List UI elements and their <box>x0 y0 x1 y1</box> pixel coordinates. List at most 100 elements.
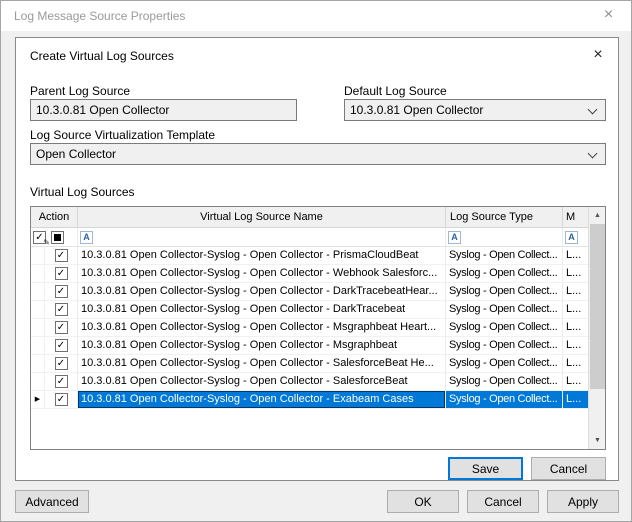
row-indicator-cell <box>31 265 45 282</box>
parent-log-source-field[interactable]: 10.3.0.81 Open Collector <box>30 99 297 121</box>
window-title: Log Message Source Properties <box>14 9 185 23</box>
row-checkbox[interactable]: ✓ <box>55 267 68 280</box>
row-type-cell: Syslog - Open Collect... <box>446 265 563 282</box>
row-m-cell: L... <box>563 337 588 354</box>
parent-log-source-value: 10.3.0.81 Open Collector <box>36 103 169 117</box>
default-log-source-dropdown[interactable]: 10.3.0.81 Open Collector <box>344 99 606 121</box>
table-row[interactable]: ✓ 10.3.0.81 Open Collector-Syslog - Open … <box>31 247 588 265</box>
row-type-cell: Syslog - Open Collect... <box>446 355 563 372</box>
indeterminate-checkbox-icon[interactable] <box>51 231 64 244</box>
scrollbar-thumb[interactable] <box>590 224 605 389</box>
apply-button[interactable]: Apply <box>547 490 619 513</box>
row-indicator-icon: ▶ <box>35 396 40 403</box>
table-row[interactable]: ✓ 10.3.0.81 Open Collector-Syslog - Open … <box>31 355 588 373</box>
row-indicator-cell <box>31 301 45 318</box>
row-name-cell: 10.3.0.81 Open Collector-Syslog - Open C… <box>78 391 446 408</box>
parent-log-source-label: Parent Log Source <box>30 84 130 98</box>
row-checkbox-cell: ✓ <box>45 373 78 390</box>
window-close-icon[interactable]: × <box>586 1 631 31</box>
column-header-action[interactable]: Action <box>31 207 78 227</box>
vertical-scrollbar[interactable]: ▲ ▼ <box>588 207 605 449</box>
column-header-name[interactable]: Virtual Log Source Name <box>78 207 446 227</box>
row-name-cell: 10.3.0.81 Open Collector-Syslog - Open C… <box>78 283 446 300</box>
row-m-cell: L... <box>563 247 588 264</box>
dialog-title: Create Virtual Log Sources <box>30 49 174 63</box>
virtual-log-sources-label: Virtual Log Sources <box>30 185 135 199</box>
row-checkbox[interactable]: ✓ <box>55 303 68 316</box>
row-checkbox-cell: ✓ <box>45 391 78 408</box>
filter-cell-name: A <box>78 228 446 246</box>
column-header-type[interactable]: Log Source Type <box>446 207 563 227</box>
default-log-source-value: 10.3.0.81 Open Collector <box>350 103 483 117</box>
table-row[interactable]: ✓ 10.3.0.81 Open Collector-Syslog - Open … <box>31 319 588 337</box>
row-type-cell: Syslog - Open Collect... <box>446 283 563 300</box>
scroll-up-icon[interactable]: ▲ <box>589 207 606 224</box>
row-m-cell: L... <box>563 283 588 300</box>
row-checkbox[interactable]: ✓ <box>55 285 68 298</box>
ok-button[interactable]: OK <box>387 490 459 513</box>
row-checkbox-cell: ✓ <box>45 319 78 336</box>
row-indicator-cell <box>31 247 45 264</box>
row-name-cell: 10.3.0.81 Open Collector-Syslog - Open C… <box>78 319 446 336</box>
table-row[interactable]: ✓ 10.3.0.81 Open Collector-Syslog - Open … <box>31 265 588 283</box>
row-m-cell: L... <box>563 391 588 408</box>
table-row[interactable]: ✓ 10.3.0.81 Open Collector-Syslog - Open … <box>31 283 588 301</box>
filter-a-icon[interactable]: A <box>448 231 461 244</box>
window-titlebar: Log Message Source Properties × <box>1 1 631 31</box>
column-header-m[interactable]: M <box>563 207 588 227</box>
row-name-cell: 10.3.0.81 Open Collector-Syslog - Open C… <box>78 373 446 390</box>
save-button[interactable]: Save <box>448 457 523 480</box>
chevron-down-icon <box>588 105 598 115</box>
advanced-button[interactable]: Advanced <box>15 490 89 513</box>
filter-a-icon[interactable]: A <box>565 231 578 244</box>
row-name-cell: 10.3.0.81 Open Collector-Syslog - Open C… <box>78 355 446 372</box>
table-row[interactable]: ✓ 10.3.0.81 Open Collector-Syslog - Open … <box>31 301 588 319</box>
create-virtual-log-sources-dialog: Create Virtual Log Sources × Parent Log … <box>15 37 619 481</box>
row-checkbox[interactable]: ✓ <box>55 321 68 334</box>
filter-a-icon[interactable]: A <box>80 231 93 244</box>
row-checkbox[interactable]: ✓ <box>55 339 68 352</box>
row-type-cell: Syslog - Open Collect... <box>446 391 563 408</box>
row-indicator-cell <box>31 355 45 372</box>
row-type-cell: Syslog - Open Collect... <box>446 247 563 264</box>
default-log-source-label: Default Log Source <box>344 84 447 98</box>
row-type-cell: Syslog - Open Collect... <box>446 337 563 354</box>
indeterminate-fill <box>54 234 61 241</box>
row-m-cell: L... <box>563 301 588 318</box>
table-body: ✓ 10.3.0.81 Open Collector-Syslog - Open … <box>31 247 588 449</box>
dialog-cancel-button[interactable]: Cancel <box>531 457 606 480</box>
row-name-cell: 10.3.0.81 Open Collector-Syslog - Open C… <box>78 247 446 264</box>
row-checkbox[interactable]: ✓ <box>55 357 68 370</box>
virtualization-template-label: Log Source Virtualization Template <box>30 128 215 142</box>
row-type-cell: Syslog - Open Collect... <box>446 301 563 318</box>
cancel-button[interactable]: Cancel <box>467 490 539 513</box>
row-checkbox-cell: ✓ <box>45 265 78 282</box>
filter-cell-m: A <box>563 228 588 246</box>
row-checkbox-cell: ✓ <box>45 355 78 372</box>
dialog-close-icon[interactable]: × <box>588 45 608 65</box>
filter-cell-action: ✓ ✎ <box>31 228 78 246</box>
table-row[interactable]: ✓ 10.3.0.81 Open Collector-Syslog - Open … <box>31 337 588 355</box>
row-checkbox[interactable]: ✓ <box>55 249 68 262</box>
chevron-down-icon <box>588 149 598 159</box>
row-checkbox-cell: ✓ <box>45 283 78 300</box>
row-indicator-cell <box>31 319 45 336</box>
row-indicator-cell: ▶ <box>31 391 45 408</box>
row-name-cell: 10.3.0.81 Open Collector-Syslog - Open C… <box>78 301 446 318</box>
filter-cell-type: A <box>446 228 563 246</box>
row-indicator-cell <box>31 373 45 390</box>
row-type-cell: Syslog - Open Collect... <box>446 319 563 336</box>
row-checkbox[interactable]: ✓ <box>55 393 68 406</box>
table-row[interactable]: ✓ 10.3.0.81 Open Collector-Syslog - Open … <box>31 373 588 391</box>
virtualization-template-dropdown[interactable]: Open Collector <box>30 143 606 165</box>
row-indicator-cell <box>31 337 45 354</box>
select-all-edit-checkbox-icon[interactable]: ✓ ✎ <box>33 230 48 245</box>
scroll-down-icon[interactable]: ▼ <box>589 432 606 449</box>
row-type-cell: Syslog - Open Collect... <box>446 373 563 390</box>
table-row[interactable]: ▶ ✓ 10.3.0.81 Open Collector-Syslog - Open… <box>31 391 588 409</box>
row-name-cell: 10.3.0.81 Open Collector-Syslog - Open C… <box>78 337 446 354</box>
table-filter-row: ✓ ✎ A A A <box>31 228 588 247</box>
row-m-cell: L... <box>563 265 588 282</box>
row-checkbox[interactable]: ✓ <box>55 375 68 388</box>
row-name-cell: 10.3.0.81 Open Collector-Syslog - Open C… <box>78 265 446 282</box>
